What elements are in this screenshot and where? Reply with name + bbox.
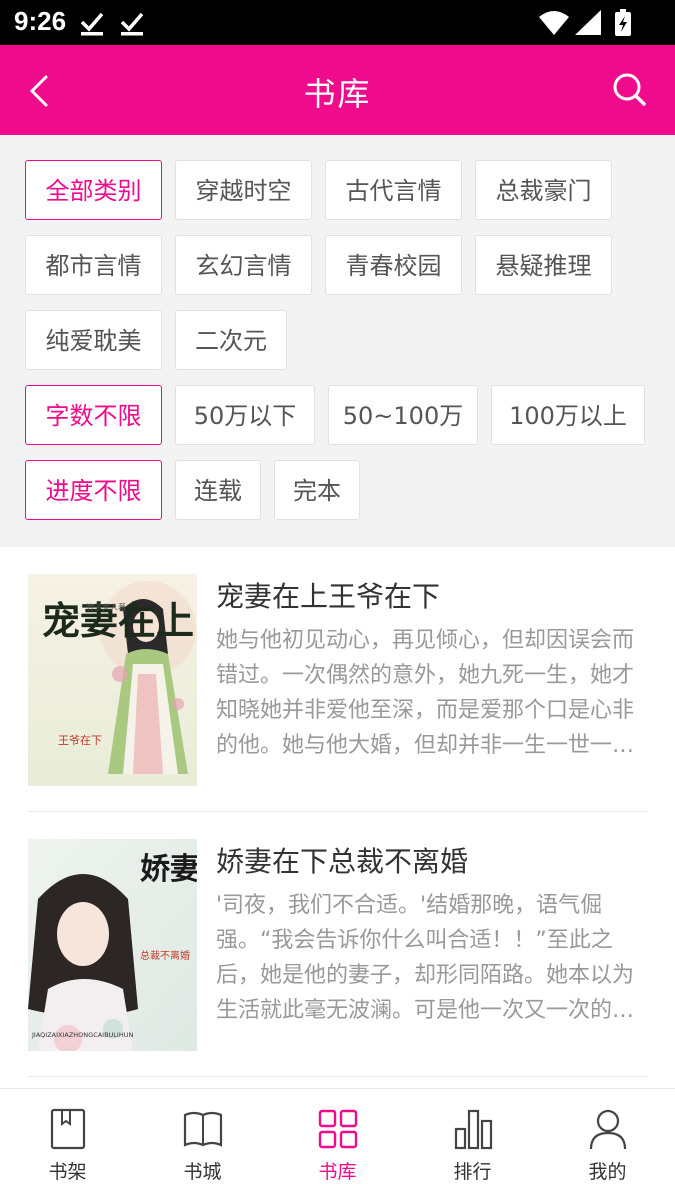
bar-chart-icon <box>454 1109 493 1150</box>
filter-chip-wordcount[interactable]: 100万以上 <box>491 385 645 445</box>
status-time: 9:26 <box>14 6 67 36</box>
cover-subtitle: 王爷在下 <box>58 733 102 747</box>
book-description: '司夜，我们不合适。'结婚那晚，语气倔强。“我会告诉你什么叫合适！！”至此之后，… <box>216 893 635 1023</box>
filter-chip-wordcount-all[interactable]: 字数不限 <box>25 385 162 445</box>
open-book-icon <box>183 1111 223 1147</box>
tab-label: 排行 <box>453 1161 492 1183</box>
filter-chip-category[interactable]: 悬疑推理 <box>475 235 612 295</box>
book-title[interactable]: 娇妻在下总裁不离婚 <box>216 840 468 880</box>
signal-icon <box>575 10 601 35</box>
tab-bookstore[interactable]: 书城 <box>135 1089 270 1201</box>
status-bar: 9:26 <box>0 0 675 45</box>
filter-chip-category[interactable]: 古代言情 <box>325 160 462 220</box>
book-list-item[interactable]: 娇妻在下 总裁不离婚 JIAQIZAIXIAZHONGCAIBULIHUN 娇妻… <box>28 812 647 1077</box>
tab-label: 书架 <box>48 1161 87 1183</box>
filter-panel: 全部类别 穿越时空 古代言情 总裁豪门 都市言情 玄幻言情 青春校园 悬疑推理 … <box>0 135 675 547</box>
download-done-icon <box>120 12 144 36</box>
book-description: 她与他初见动心，再见倾心，但却因误会而错过。一次偶然的意外，她九死一生，她才知晓… <box>216 628 635 758</box>
search-icon[interactable] <box>611 71 647 107</box>
tab-label: 我的 <box>588 1161 627 1183</box>
system-status-icons <box>539 9 631 36</box>
filter-chip-progress[interactable]: 连载 <box>175 460 261 520</box>
book-cover[interactable]: 娇妻在下 总裁不离婚 JIAQIZAIXIAZHONGCAIBULIHUN <box>28 839 197 1051</box>
filter-chip-category-all[interactable]: 全部类别 <box>25 160 162 220</box>
tab-bookshelf[interactable]: 书架 <box>0 1089 135 1201</box>
tab-label: 书城 <box>183 1161 222 1183</box>
filter-chip-wordcount[interactable]: 50~100万 <box>328 385 478 445</box>
filter-chip-category[interactable]: 青春校园 <box>325 235 462 295</box>
filter-chip-category[interactable]: 都市言情 <box>25 235 162 295</box>
app-header: 书库 <box>0 45 675 135</box>
wifi-icon <box>539 11 569 35</box>
filter-chip-wordcount[interactable]: 50万以下 <box>175 385 315 445</box>
tab-label: 书库 <box>318 1161 357 1183</box>
filter-chip-category[interactable]: 穿越时空 <box>175 160 312 220</box>
book-list-item[interactable]: 宠妻在上 王爷在下 竹子大人著 宠妻在上王爷在下 她与他初见动心，再见倾心，但却… <box>28 547 647 812</box>
page-title: 书库 <box>303 75 372 113</box>
user-icon <box>589 1109 627 1150</box>
filter-chip-category[interactable]: 二次元 <box>175 310 287 370</box>
tab-profile[interactable]: 我的 <box>540 1089 675 1201</box>
bottom-tab-bar: 书架 书城 书库 排行 我的 <box>0 1088 675 1201</box>
cover-pinyin: JIAQIZAIXIAZHONGCAIBULIHUN <box>31 1031 133 1039</box>
book-title[interactable]: 宠妻在上王爷在下 <box>216 575 440 615</box>
download-done-icon <box>80 12 104 36</box>
book-cover-image: 娇妻在下 总裁不离婚 JIAQIZAIXIAZHONGCAIBULIHUN <box>28 839 197 1051</box>
filter-chip-category[interactable]: 纯爱耽美 <box>25 310 162 370</box>
cover-subtitle: 总裁不离婚 <box>140 949 190 962</box>
cover-author: 竹子大人著 <box>86 602 126 612</box>
cover-title-char: 娇妻在下 <box>140 852 197 887</box>
filter-chip-progress[interactable]: 完本 <box>274 460 360 520</box>
book-cover-image: 宠妻在上 王爷在下 竹子大人著 <box>28 574 197 786</box>
bookshelf-icon <box>50 1108 86 1150</box>
filter-chip-category[interactable]: 总裁豪门 <box>475 160 612 220</box>
tab-ranking[interactable]: 排行 <box>405 1089 540 1201</box>
filter-chip-progress-all[interactable]: 进度不限 <box>25 460 162 520</box>
filter-chip-category[interactable]: 玄幻言情 <box>175 235 312 295</box>
book-cover[interactable]: 宠妻在上 王爷在下 竹子大人著 <box>28 574 197 786</box>
tab-library[interactable]: 书库 <box>270 1089 405 1201</box>
grid-icon <box>318 1109 358 1149</box>
